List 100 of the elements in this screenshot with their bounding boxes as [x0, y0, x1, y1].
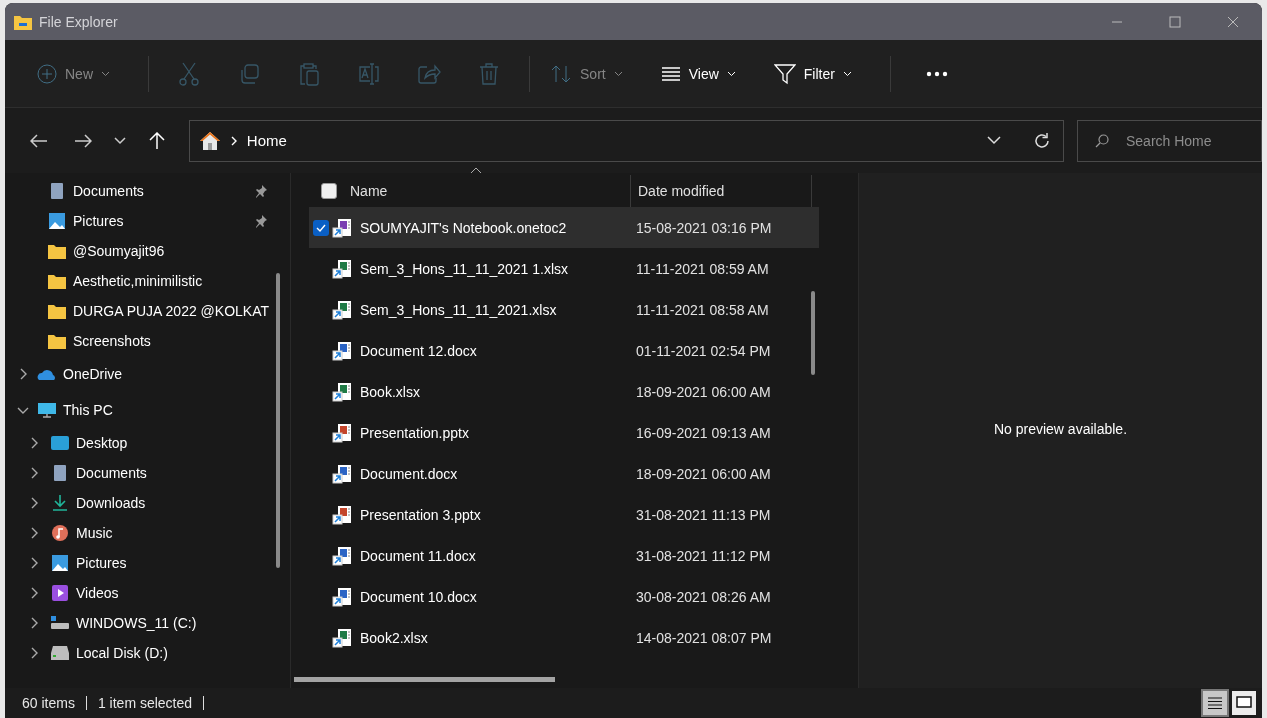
word-shortcut-icon [332, 586, 352, 607]
caret-icon [101, 70, 110, 77]
nav-label: This PC [63, 402, 113, 418]
nav-item[interactable]: Documents [5, 458, 290, 488]
file-name: Document 10.docx [360, 588, 478, 605]
file-row[interactable]: Presentation 3.pptx 31-08-2021 11:13 PM [309, 494, 819, 535]
scrollbar[interactable] [276, 273, 280, 568]
square-icon [1236, 696, 1252, 710]
view-lines-icon [660, 65, 681, 82]
minimize-icon [1111, 20, 1123, 23]
nav-item[interactable]: OneDrive [5, 356, 290, 392]
scrollbar[interactable] [811, 291, 815, 375]
excel-shortcut-icon [332, 258, 352, 279]
toolbar-button[interactable]: View [650, 53, 746, 94]
nav-item[interactable]: DURGA PUJA 2022 @KOLKAT [5, 296, 290, 326]
nav-item[interactable]: Documents [5, 176, 290, 206]
excel-shortcut-icon [332, 299, 352, 320]
plus-circle-icon [37, 63, 57, 84]
nav-item[interactable]: Local Disk (D:) [5, 638, 290, 668]
scrollbar[interactable] [294, 677, 555, 682]
powerpoint-shortcut-icon [332, 422, 352, 443]
date-modified: 31-08-2021 11:13 PM [636, 506, 771, 523]
excel-shortcut-icon [332, 627, 352, 648]
folder-icon [47, 242, 67, 260]
file-row[interactable]: Book2.xlsx 14-08-2021 08:07 PM [309, 617, 819, 658]
date-modified: 18-09-2021 06:00 AM [636, 465, 771, 482]
file-row[interactable]: Document 12.docx 01-11-2021 02:54 PM [309, 330, 819, 371]
details-view-button[interactable] [1203, 691, 1227, 715]
chevron-down-icon [113, 136, 126, 145]
row-checkbox[interactable] [313, 219, 329, 236]
column-header[interactable]: Date modified [638, 183, 725, 199]
nav-label: Desktop [76, 435, 128, 451]
file-name: Sem_3_Hons_11_11_2021 1.xlsx [360, 260, 570, 277]
file-row[interactable]: Document.docx 18-09-2021 06:00 AM [309, 453, 819, 494]
date-modified: 11-11-2021 08:58 AM [636, 301, 769, 318]
selection-count: 1 item selected [97, 695, 193, 711]
folder-icon [47, 332, 67, 350]
window-title: File Explorer [39, 13, 118, 30]
date-modified: 30-08-2021 08:26 AM [636, 588, 771, 605]
word-shortcut-icon [332, 463, 352, 484]
word-shortcut-icon [332, 340, 352, 361]
preview-message: No preview available. [993, 421, 1128, 439]
date-modified: 15-08-2021 03:16 PM [636, 219, 772, 236]
dropdown-caret-icon[interactable] [986, 136, 1001, 145]
file-name: SOUMYAJIT's Notebook.onetoc2 [360, 219, 568, 236]
file-row[interactable]: Sem_3_Hons_11_11_2021 1.xlsx 11-11-2021 08:59 AM [309, 248, 819, 289]
home-icon [198, 130, 221, 151]
date-modified: 31-08-2021 11:12 PM [636, 547, 771, 564]
refresh-icon[interactable] [1032, 131, 1051, 150]
nav-item[interactable]: Videos [5, 578, 290, 608]
nav-label: WINDOWS_11 (C:) [76, 615, 197, 631]
file-row[interactable]: Book.xlsx 18-09-2021 06:00 AM [309, 371, 819, 412]
folder-icon [47, 272, 67, 290]
nav-label: Videos [76, 585, 119, 601]
file-row[interactable]: Document 10.docx 30-08-2021 08:26 AM [309, 576, 819, 617]
nav-item[interactable]: Desktop [5, 428, 290, 458]
file-name: Document.docx [360, 465, 459, 482]
tiles-view-button[interactable] [1232, 691, 1256, 715]
nav-label: OneDrive [63, 366, 123, 382]
location-text: Home [246, 132, 287, 149]
file-row[interactable]: Document 11.docx 31-08-2021 11:12 PM [309, 535, 819, 576]
pictures-icon [47, 212, 67, 230]
date-modified: 11-11-2021 08:59 AM [636, 260, 769, 277]
nav-label: Pictures [73, 213, 124, 229]
nav-label: Documents [73, 183, 144, 199]
file-name: Document 12.docx [360, 342, 478, 359]
list-lines-icon [1207, 696, 1223, 710]
drive-icon [50, 614, 70, 632]
nav-item[interactable]: Screenshots [5, 326, 290, 356]
music-icon [50, 524, 70, 542]
file-name: Document 11.docx [360, 547, 477, 564]
file-name: Book2.xlsx [360, 629, 429, 646]
nav-item[interactable]: @Soumyajit96 [5, 236, 290, 266]
nav-label: @Soumyajit96 [73, 243, 165, 259]
forward-arrow-icon [73, 133, 92, 148]
nav-item[interactable]: Pictures [5, 206, 290, 236]
file-name: Sem_3_Hons_11_11_2021.xlsx [360, 301, 558, 318]
nav-label: Downloads [76, 495, 146, 511]
nav-item[interactable]: Aesthetic,minimilistic [5, 266, 290, 296]
file-row[interactable]: Presentation.pptx 16-09-2021 09:13 AM [309, 412, 819, 453]
search-field[interactable]: Search Home [1076, 119, 1262, 162]
powerpoint-shortcut-icon [332, 504, 352, 525]
nav-item[interactable]: This PC [5, 392, 290, 428]
nav-item[interactable]: WINDOWS_11 (C:) [5, 608, 290, 638]
folder-icon [47, 302, 67, 320]
up-arrow-icon [148, 131, 165, 150]
file-row[interactable]: Sem_3_Hons_11_11_2021.xlsx 11-11-2021 08:58 AM [309, 289, 819, 330]
search-icon [1094, 133, 1109, 148]
file-row[interactable]: SOUMYAJIT's Notebook.onetoc2 15-08-2021 03:16 PM [309, 207, 819, 248]
nav-label: Pictures [76, 555, 127, 571]
nav-item[interactable]: Music [5, 518, 290, 548]
address-bar[interactable]: Home [188, 119, 1064, 162]
nav-label: Aesthetic,minimilistic [73, 273, 203, 289]
column-header[interactable]: Name [350, 183, 638, 199]
file-name: Book.xlsx [360, 383, 421, 400]
nav-label: Screenshots [73, 333, 151, 349]
select-all-checkbox[interactable] [321, 183, 337, 199]
nav-item[interactable]: Downloads [5, 488, 290, 518]
toolbar-button[interactable]: Filter [763, 53, 862, 94]
nav-item[interactable]: Pictures [5, 548, 290, 578]
